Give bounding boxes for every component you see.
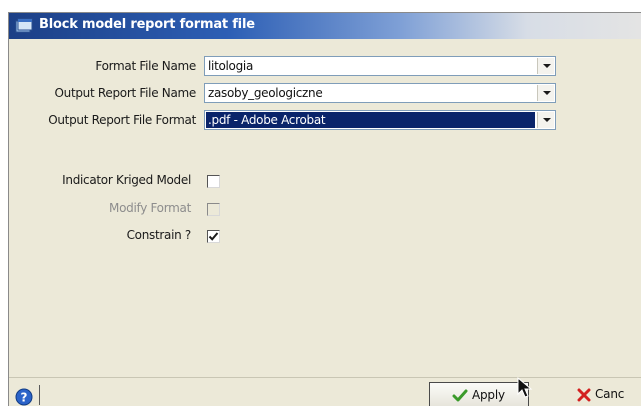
output-report-file-format-combo[interactable]: .pdf - Adobe Acrobat [204,110,556,130]
chevron-down-icon[interactable] [537,85,554,101]
cancel-button-label: Canc [595,387,625,401]
constrain-checkbox[interactable] [207,230,220,243]
help-separator [39,385,40,405]
modify-format-label: Modify Format [109,201,191,215]
checkmark-icon [452,389,468,402]
format-file-name-value: litologia [208,59,253,73]
output-report-file-format-value: .pdf - Adobe Acrobat [206,112,535,128]
cancel-button[interactable]: Canc [557,382,641,406]
checkmark-icon [208,232,219,241]
mouse-cursor-icon [517,377,533,398]
apply-button[interactable]: Apply [429,382,529,406]
chevron-down-icon[interactable] [537,58,554,74]
dialog-window: Block model report format file Format Fi… [8,12,641,406]
help-icon[interactable]: ? [15,388,33,406]
output-report-file-name-combo[interactable]: zasoby_geologiczne [204,83,556,103]
format-file-name-label: Format File Name [95,59,196,73]
indicator-kriged-model-label: Indicator Kriged Model [62,173,191,187]
output-report-file-format-label: Output Report File Format [48,113,196,127]
apply-button-label: Apply [472,388,505,402]
indicator-kriged-model-checkbox[interactable] [207,175,220,188]
title-bar[interactable]: Block model report format file [9,13,641,39]
x-icon [577,388,591,402]
svg-text:?: ? [21,391,28,405]
window-title: Block model report format file [39,17,255,32]
output-report-file-name-label: Output Report File Name [54,86,197,100]
constrain-label: Constrain ? [126,228,192,242]
window-icon [15,18,33,33]
bottom-separator [9,377,641,378]
modify-format-checkbox [207,203,220,216]
chevron-down-icon[interactable] [537,112,554,128]
output-report-file-name-value: zasoby_geologiczne [208,86,323,100]
format-file-name-combo[interactable]: litologia [204,56,556,76]
